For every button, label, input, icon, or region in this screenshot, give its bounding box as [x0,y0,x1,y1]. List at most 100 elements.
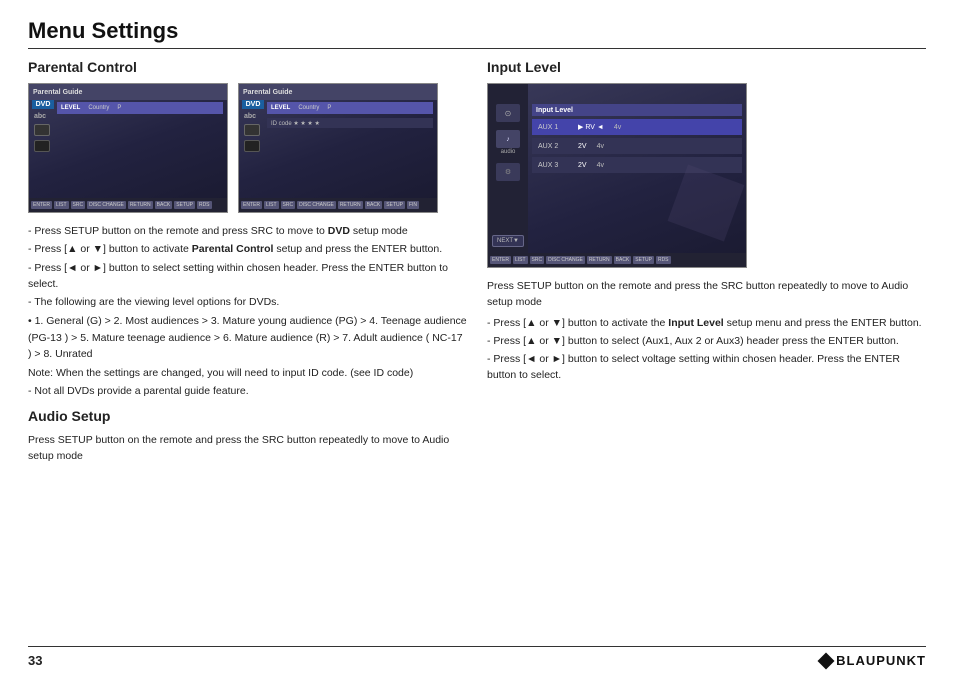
pg-topbar-2: Parental Guide [239,84,437,100]
il-main-area: Input Level AUX 1 ▶ RV ◄ 4v AUX 2 2V 4 [528,100,746,253]
il-sidebar-audio: ♪ audio [496,130,520,155]
pc-note-2: - Not all DVDs provide a parental guide … [28,383,467,399]
pc-line-2: - Press [▲ or ▼] button to activate Pare… [28,241,467,257]
parental-guide-screenshot-2: Parental Guide DVD abc LEVEL Country [238,83,438,213]
parental-control-body: - Press SETUP button on the remote and p… [28,223,467,402]
il-audio-symbol: ♪ [506,136,510,143]
right-column: Input Level ⊙ [487,59,926,646]
icon-3 [244,124,260,136]
pg-btn-enter-2: ENTER [241,201,262,209]
footer-page-number: 33 [28,653,42,668]
pg-btn-back-2: BACK [365,201,383,209]
pg-menu-p-2: P [327,105,331,111]
pg-btn-enter: ENTER [31,201,52,209]
left-column: Parental Control Parental Guide DVD abc [28,59,467,646]
abc-label-2: abc [242,113,264,120]
il-btn-back: BACK [614,256,632,264]
page: Menu Settings Parental Control Parental … [0,0,954,682]
il-row-aux3: AUX 3 2V 4v [532,157,742,173]
abc-label-1: abc [32,113,54,120]
dvd-label-2: DVD [242,100,264,109]
pc-line-1: - Press SETUP button on the remote and p… [28,223,467,239]
il-instr-3: - Press [◄ or ►] button to select voltag… [487,351,926,384]
pg-btn-disc: DISC CHANGE [87,201,126,209]
il-aux1-label: AUX 1 [538,124,568,131]
pc-bullet-1: • 1. General (G) > 2. Most audiences > 3… [28,313,467,362]
il-btn-list: LIST [513,256,528,264]
pg-title-2: Parental Guide [243,89,292,96]
input-level-title: Input Level [487,59,926,75]
pc-notes: Note: When the settings are changed, you… [28,365,467,400]
input-level-body: Press SETUP button on the remote and pre… [487,278,926,386]
pg-btn-return-2: RETURN [338,201,363,209]
pg-menu-level-2: LEVEL [271,105,290,111]
pg-menu-p: P [117,105,121,111]
il-aux1-unit: 4v [614,124,621,131]
pg-btn-back: BACK [155,201,173,209]
pg-btn-rds: RDS [197,201,212,209]
il-audio-label: audio [501,149,516,155]
il-aux3-value: 2V [578,162,587,169]
il-hdd-icon: ⊙ [496,104,520,122]
pg-menu-bar-1: LEVEL Country P [57,102,223,114]
pg-bottom-bar-2: ENTER LIST SRC DISC CHANGE RETURN BACK S… [239,198,437,212]
pg-bottom-bar-1: ENTER LIST SRC DISC CHANGE RETURN BACK S… [29,198,227,212]
il-sidebar-settings: ⚙ [496,163,520,181]
pg-btn-setup-2: SETUP [384,201,405,209]
blaupunkt-brand-name: BLAUPUNKT [836,653,926,668]
page-title: Menu Settings [28,18,926,49]
il-header-text: Input Level [536,107,573,114]
blaupunkt-diamond-icon [818,652,835,669]
pg-title-1: Parental Guide [33,89,82,96]
dvd-label-1: DVD [32,100,54,109]
pc-note-1: Note: When the settings are changed, you… [28,365,467,381]
pg-btn-src: SRC [71,201,86,209]
pc-line-4: - The following are the viewing level op… [28,294,467,310]
parental-guide-screenshot-1: Parental Guide DVD abc LEVEL [28,83,228,213]
pg-btn-setup: SETUP [174,201,195,209]
pg-btn-src-2: SRC [281,201,296,209]
pg-id-code-text: ID code ★ ★ ★ ★ [271,120,320,127]
il-btn-rds: RDS [656,256,671,264]
icon-2 [34,140,50,152]
dvd-icon-area-1: DVD abc [32,100,54,152]
pg-btn-return: RETURN [128,201,153,209]
il-btn-enter: ENTER [490,256,511,264]
blaupunkt-logo: BLAUPUNKT [820,653,926,668]
il-settings-icon: ⚙ [496,163,520,181]
pg-menu-area-2: LEVEL Country P ID code ★ ★ ★ ★ [267,102,433,130]
parental-control-title: Parental Control [28,59,467,75]
pg-topbar-1: Parental Guide [29,84,227,100]
il-aux2-unit: 4v [597,143,604,150]
pg-btn-list-2: LIST [264,201,279,209]
il-row-aux2: AUX 2 2V 4v [532,138,742,154]
pg-btn-list: LIST [54,201,69,209]
il-bg-shape [668,165,745,242]
il-left-sidebar: ⊙ ♪ audio ⚙ [488,84,528,253]
il-hdd-symbol: ⊙ [505,109,512,118]
il-settings-symbol: ⚙ [505,168,511,176]
audio-setup-section: Audio Setup Press SETUP button on the re… [28,408,467,467]
pc-line-3: - Press [◄ or ►] button to select settin… [28,260,467,293]
il-aux1-value: ▶ RV ◄ [578,123,604,131]
il-next-button[interactable]: NEXT▼ [492,235,524,247]
il-bottom-bar: ENTER LIST SRC DISC CHANGE RETURN BACK S… [488,253,746,267]
il-header-bar: Input Level [532,104,742,116]
audio-setup-text: Press SETUP button on the remote and pre… [28,432,467,465]
il-audio-icon: ♪ [496,130,520,148]
il-aux2-value: 2V [578,143,587,150]
il-btn-setup: SETUP [633,256,654,264]
audio-setup-title: Audio Setup [28,408,467,424]
input-level-screenshot: ⊙ ♪ audio ⚙ [487,83,747,268]
il-btn-disc: DISC CHANGE [546,256,585,264]
il-instr-2: - Press [▲ or ▼] button to select (Aux1,… [487,333,926,349]
icon-1 [34,124,50,136]
pg-menu-country-2: Country [298,105,319,111]
il-instr-1: - Press [▲ or ▼] button to activate the … [487,315,926,331]
pg-screen-2: Parental Guide DVD abc LEVEL Country [239,84,437,212]
pg-menu-level: LEVEL [61,105,80,111]
il-body-line-1: Press SETUP button on the remote and pre… [487,278,926,311]
il-btn-return: RETURN [587,256,612,264]
audio-setup-body: Press SETUP button on the remote and pre… [28,432,467,465]
il-screen: ⊙ ♪ audio ⚙ [488,84,746,267]
